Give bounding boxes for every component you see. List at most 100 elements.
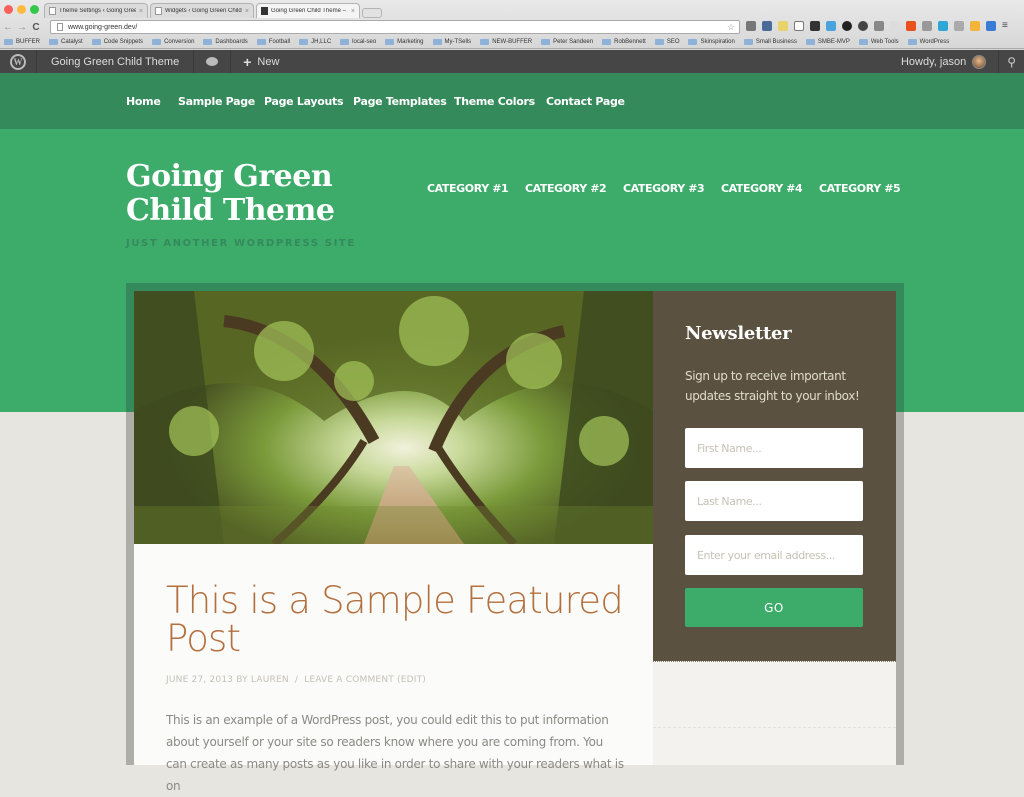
comments-link[interactable] xyxy=(194,50,232,73)
bookmark-item[interactable]: Web Tools xyxy=(858,39,899,45)
page-icon[interactable] xyxy=(890,21,900,31)
nav-item-contact-page[interactable]: Contact Page xyxy=(546,95,625,108)
wp-admin-bar: W Going Green Child Theme + New Howdy, ja… xyxy=(0,50,1024,73)
close-tab-icon[interactable]: × xyxy=(139,8,143,15)
wp-logo-menu[interactable]: W xyxy=(0,50,37,73)
email-field[interactable] xyxy=(685,535,863,575)
nav-item-page-templates[interactable]: Page Templates xyxy=(353,95,447,108)
bookmark-item[interactable]: local-seo xyxy=(340,39,376,45)
back-icon[interactable]: ← xyxy=(2,22,14,33)
page-icon xyxy=(155,7,162,15)
nav-item-category-2[interactable]: CATEGORY #2 xyxy=(525,182,607,195)
browser-tab[interactable]: Theme Settings ‹ Going Green × xyxy=(44,3,148,18)
site-name-link[interactable]: Going Green Child Theme xyxy=(37,50,195,73)
last-name-field[interactable] xyxy=(685,481,863,521)
close-tab-icon[interactable]: × xyxy=(351,8,355,15)
circle-icon[interactable] xyxy=(842,21,852,31)
folder-icon xyxy=(340,39,350,45)
menu-icon[interactable]: ≡ xyxy=(1002,21,1012,31)
bookmark-item[interactable]: Peter Sandeen xyxy=(541,39,593,45)
featured-image[interactable] xyxy=(134,291,653,544)
bookmark-label: local-seo xyxy=(352,39,377,45)
post-title[interactable]: This is a Sample Featured Post xyxy=(166,582,626,658)
forward-icon[interactable]: → xyxy=(16,22,28,33)
bookmark-star-icon[interactable]: ☆ xyxy=(727,22,735,33)
nav-item-category-1[interactable]: CATEGORY #1 xyxy=(427,182,509,195)
nav-item-category-3[interactable]: CATEGORY #3 xyxy=(623,182,705,195)
first-name-field[interactable] xyxy=(685,428,863,468)
folder-icon xyxy=(299,39,309,45)
bookmark-item[interactable]: Dashboards xyxy=(203,39,248,45)
post-by-label: BY xyxy=(236,675,248,685)
bookmark-item[interactable]: Skinspiration xyxy=(688,39,735,45)
zoom-window-button[interactable] xyxy=(30,5,39,14)
post-author-link[interactable]: LAUREN xyxy=(251,675,289,685)
bookmark-item[interactable]: NEW-BUFFER xyxy=(480,39,532,45)
folder-icon xyxy=(152,39,162,45)
new-content-link[interactable]: + New xyxy=(231,50,291,73)
meta-separator: / xyxy=(294,675,299,685)
close-window-button[interactable] xyxy=(4,5,13,14)
bookmark-item[interactable]: Football xyxy=(256,39,290,45)
layers-icon[interactable] xyxy=(810,21,820,31)
nav-item-home[interactable]: Home xyxy=(126,95,161,108)
browser-tab[interactable]: Widgets ‹ Going Green Child × xyxy=(150,3,254,18)
feather-icon[interactable] xyxy=(826,21,836,31)
nav-item-category-4[interactable]: CATEGORY #4 xyxy=(721,182,803,195)
folder-icon xyxy=(805,39,815,45)
subscribe-button[interactable]: GO xyxy=(685,588,863,627)
bookmark-item[interactable]: My-TSells xyxy=(432,39,471,45)
browser-tab-active[interactable]: Going Green Child Theme – J × xyxy=(256,3,360,18)
bookmark-item[interactable]: BUFFER xyxy=(4,39,40,45)
browser-chrome: Theme Settings ‹ Going Green × Widgets ‹ … xyxy=(0,0,1024,50)
plus-icon: + xyxy=(243,53,252,70)
gear-icon[interactable] xyxy=(858,21,868,31)
duck-icon[interactable] xyxy=(970,21,980,31)
nav-item-theme-colors[interactable]: Theme Colors xyxy=(454,95,535,108)
site-title[interactable]: Going Green Child Theme xyxy=(126,160,335,228)
newsletter-widget: Newsletter Sign up to receive important … xyxy=(653,291,896,661)
bookmark-item[interactable]: SMBE-MVP xyxy=(805,39,850,45)
admin-search-button[interactable]: ⚲ xyxy=(999,50,1024,73)
bookmark-item[interactable]: Conversion xyxy=(152,39,194,45)
bookmark-label: Skinspiration xyxy=(700,39,735,45)
edit-post-link[interactable]: (EDIT) xyxy=(397,675,426,685)
reload-icon[interactable]: C xyxy=(30,22,42,33)
note-icon[interactable] xyxy=(778,21,788,31)
new-tab-button[interactable] xyxy=(362,8,382,18)
bookmark-item[interactable]: WordPress xyxy=(907,39,949,45)
bookmark-label: SEO xyxy=(666,39,680,45)
m-icon[interactable] xyxy=(938,21,948,31)
bookmark-label: Peter Sandeen xyxy=(553,39,594,45)
bookmark-item[interactable]: SEO xyxy=(654,39,680,45)
leave-comment-link[interactable]: LEAVE A COMMENT xyxy=(304,675,394,685)
minimize-window-button[interactable] xyxy=(17,5,26,14)
bookmark-item[interactable]: RobBennett xyxy=(602,39,646,45)
bookmark-item[interactable]: Marketing xyxy=(385,39,424,45)
bookmark-item[interactable]: Small Business xyxy=(743,39,797,45)
bookmark-label: Web Tools xyxy=(870,39,899,45)
close-tab-icon[interactable]: × xyxy=(245,8,249,15)
bookmark-item[interactable]: Code Snippets xyxy=(91,39,144,45)
my-account-link[interactable]: Howdy, jason xyxy=(889,50,1000,73)
bookmark-item[interactable]: Catalyst xyxy=(49,39,83,45)
font-icon[interactable] xyxy=(794,21,804,31)
bookmark-item[interactable]: JH,LLC xyxy=(299,39,331,45)
folder-icon xyxy=(480,39,490,45)
nav-item-category-5[interactable]: CATEGORY #5 xyxy=(819,182,901,195)
nav-item-sample-page[interactable]: Sample Page xyxy=(178,95,255,108)
site-title-line: Child Theme xyxy=(126,193,335,228)
bookmark-label: Code Snippets xyxy=(103,39,144,45)
w-icon[interactable] xyxy=(986,21,996,31)
folder-icon xyxy=(203,39,213,45)
weather-icon[interactable] xyxy=(762,21,772,31)
wrench-icon[interactable] xyxy=(746,21,756,31)
folder-icon xyxy=(4,39,13,45)
comment-bubble-icon xyxy=(206,57,219,66)
qr-icon[interactable] xyxy=(922,21,932,31)
sprout-icon[interactable] xyxy=(954,21,964,31)
cloud-icon[interactable] xyxy=(874,21,884,31)
k-icon[interactable] xyxy=(906,21,916,31)
nav-item-page-layouts[interactable]: Page Layouts xyxy=(264,95,344,108)
address-bar[interactable]: www.going-green.dev/ ☆ xyxy=(50,20,740,34)
